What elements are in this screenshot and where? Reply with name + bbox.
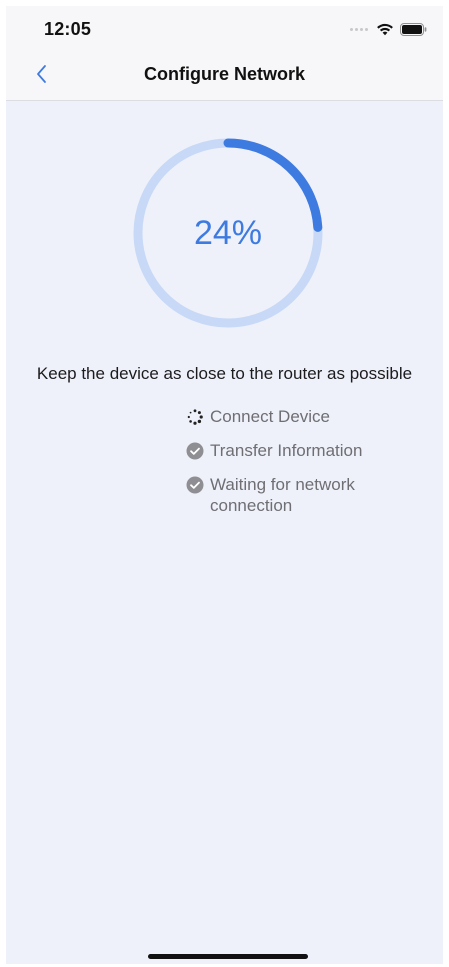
battery-icon: [400, 22, 427, 36]
spinner-icon: [187, 409, 203, 425]
step-transfer-information: Transfer Information: [186, 440, 406, 461]
setup-steps: Connect Device Transfer Information Wait…: [186, 406, 406, 516]
top-bar: 12:05 Configure Network: [6, 6, 443, 101]
status-icons: [350, 22, 427, 36]
step-label: Connect Device: [210, 407, 331, 426]
configure-network-screen: 12:05 Configure Network 24% Keep the dev…: [6, 6, 443, 964]
step-label: Waiting for network connection: [210, 475, 355, 515]
proximity-hint: Keep the device as close to the router a…: [36, 364, 413, 383]
check-circle-icon: [186, 442, 204, 460]
step-waiting-network: Waiting for network connection: [186, 474, 406, 516]
wifi-icon: [376, 22, 394, 36]
check-circle-icon: [186, 476, 204, 494]
page-title: Configure Network: [143, 64, 305, 84]
step-label: Transfer Information: [210, 441, 363, 460]
home-indicator: [148, 954, 308, 959]
status-time: 12:05: [44, 19, 92, 39]
cellular-signal-icon: [350, 27, 368, 31]
progress-percent: 24%: [193, 213, 263, 252]
step-connect-device: Connect Device: [186, 406, 406, 427]
